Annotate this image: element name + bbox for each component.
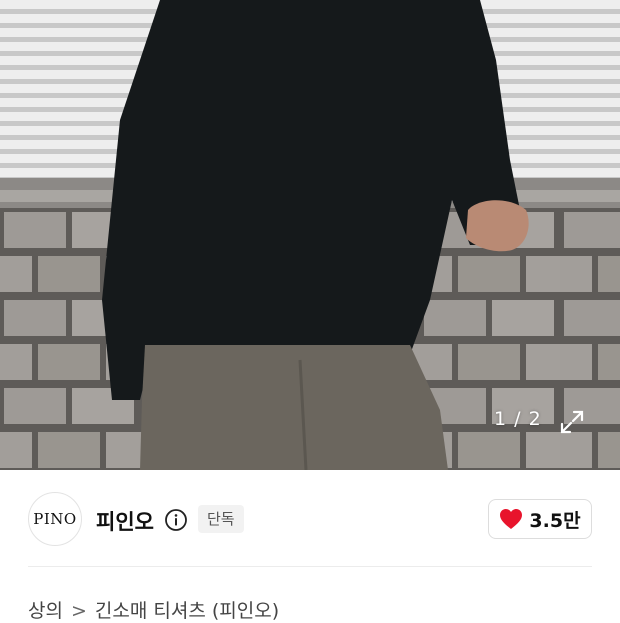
brand-name[interactable]: 피인오: [96, 506, 154, 536]
exclusive-badge: 단독: [198, 505, 244, 533]
product-image-gallery[interactable]: 1 / 2: [0, 0, 620, 470]
breadcrumb-subcategory[interactable]: 긴소매 티셔츠 (피인오): [95, 600, 279, 622]
expand-arrows-icon[interactable]: [556, 406, 588, 438]
like-count: 3.5만: [529, 509, 581, 532]
divider: [28, 566, 592, 567]
brand-logo-text: PINO: [33, 510, 77, 528]
breadcrumb: 상의 > 긴소매 티셔츠 (피인오): [28, 596, 279, 623]
brand-logo[interactable]: PINO: [28, 492, 82, 546]
heart-icon: [500, 509, 523, 529]
info-circle-icon[interactable]: [164, 508, 188, 532]
breadcrumb-category[interactable]: 상의: [28, 600, 63, 622]
like-button[interactable]: 3.5만: [488, 499, 592, 539]
product-photo: [0, 0, 620, 470]
image-counter: 1 / 2: [494, 408, 542, 430]
brand-row: PINO 피인오 단독 3.5만: [0, 470, 620, 566]
breadcrumb-separator: >: [70, 600, 87, 622]
